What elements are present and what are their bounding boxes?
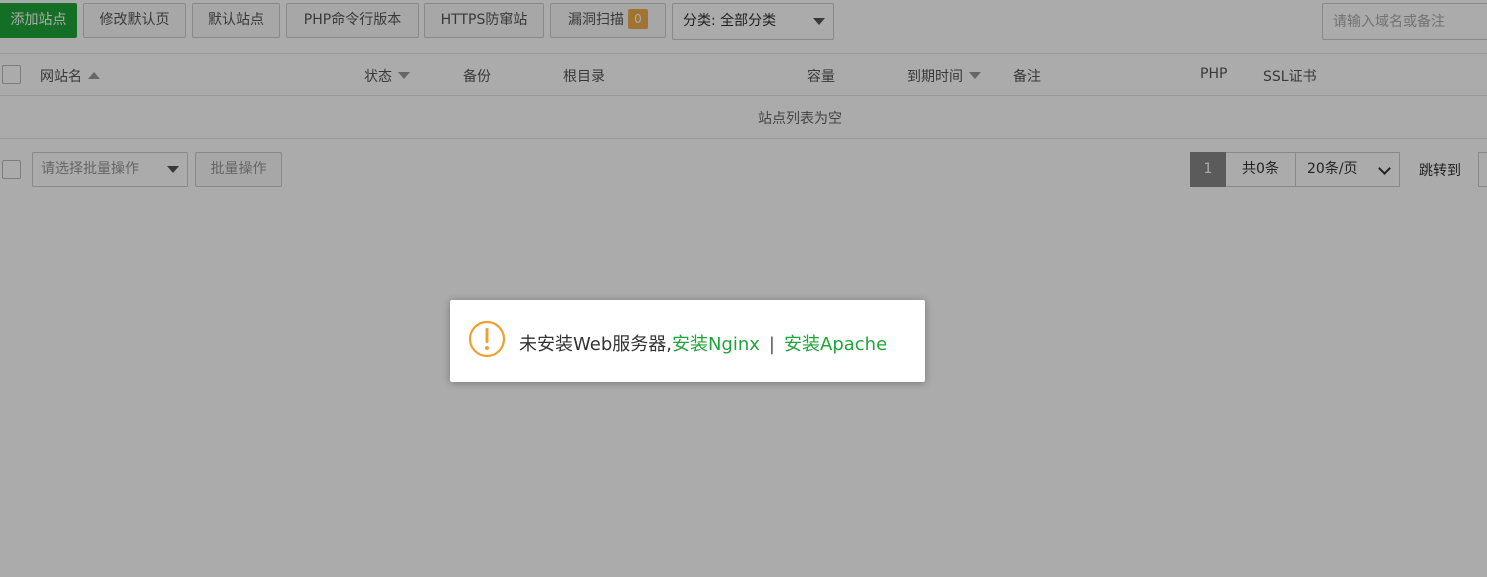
dialog-message-text: 未安装Web服务器, bbox=[519, 334, 672, 355]
link-separator: | bbox=[768, 334, 775, 355]
no-webserver-dialog: 未安装Web服务器,安装Nginx | 安装Apache bbox=[450, 300, 925, 382]
dialog-message: 未安装Web服务器,安装Nginx | 安装Apache bbox=[519, 330, 887, 356]
warning-exclamation-icon bbox=[468, 320, 506, 358]
install-apache-link[interactable]: 安装Apache bbox=[784, 334, 887, 355]
modal-overlay bbox=[0, 0, 1487, 577]
install-nginx-link[interactable]: 安装Nginx bbox=[672, 334, 760, 355]
